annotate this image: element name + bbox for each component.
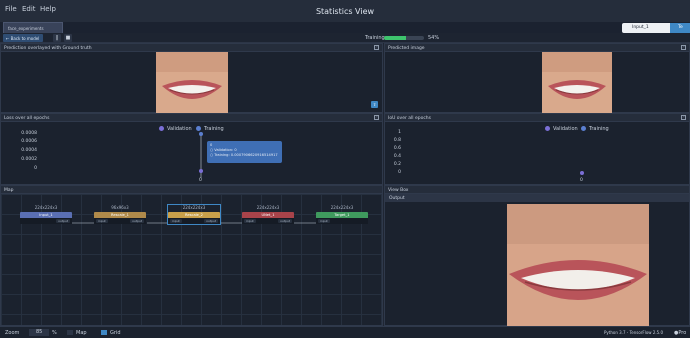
expand-icon[interactable]: ↗: [374, 45, 379, 50]
node-rescale-1[interactable]: 96x96x3 Rescale_1 input output: [94, 205, 146, 224]
prediction-overlay-panel: Prediction overlayed with Ground truth ↗ …: [0, 43, 383, 113]
loss-tooltip: 0 ○ Validation: 0 ○ Training: 0.00079066…: [207, 141, 282, 163]
iou-plot: [580, 171, 584, 175]
zoom-unit: %: [52, 330, 57, 336]
panel-title: Prediction overlayed with Ground truth: [4, 45, 92, 51]
viewbox-body: [385, 202, 689, 326]
map-toggle-label: Map: [76, 330, 87, 336]
zoom-label: Zoom: [5, 330, 20, 336]
map-panel: Map 224x224x3 Input_1 output 96x96x3 Res…: [0, 185, 383, 326]
expand-icon[interactable]: ↗: [374, 115, 379, 120]
validation-point[interactable]: [199, 169, 203, 173]
map-canvas[interactable]: 224x224x3 Input_1 output 96x96x3 Rescale…: [1, 194, 382, 325]
menu-help[interactable]: Help: [40, 5, 56, 13]
status-bar: Zoom 85 % Map Grid Python 3.7 - TensorFl…: [0, 326, 690, 338]
checkbox-icon: [67, 330, 73, 335]
tooltip-training-text: Training: 0.0007906620916514917: [214, 153, 278, 157]
tab-row: face_experiments Input_1 Te: [0, 22, 690, 33]
port-in[interactable]: input: [244, 219, 256, 223]
node-ports: input output: [94, 218, 146, 224]
training-status-label: Training: [365, 35, 385, 41]
runtime-info: Python 3.7 - TensorFlow 2.5.0: [604, 330, 663, 335]
extra-status-label: Pro: [678, 330, 687, 336]
node-dims: 96x96x3: [111, 205, 129, 210]
stop-icon[interactable]: ■: [64, 34, 72, 42]
grid-toggle[interactable]: Grid: [101, 330, 121, 336]
panel-title: View Box: [388, 187, 409, 193]
panel-title: IoU over all epochs: [388, 115, 432, 121]
tab-face-experiments[interactable]: face_experiments: [3, 22, 63, 33]
node-ports: input output: [242, 218, 294, 224]
node-ports: output: [20, 218, 72, 224]
map-toggle[interactable]: Map: [67, 330, 87, 336]
node-dims: 224x224x3: [182, 205, 206, 210]
node-rescale-2[interactable]: 224x224x3 Rescale_2 input output: [167, 204, 221, 225]
expand-icon[interactable]: ↗: [681, 115, 686, 120]
zoom-input[interactable]: 85: [29, 329, 49, 336]
port-out[interactable]: output: [204, 219, 218, 223]
mouth-image: [542, 52, 612, 113]
tab-test[interactable]: Te: [670, 23, 690, 33]
iou-chart-panel: IoU over all epochs ↗ Validation Training…: [384, 113, 690, 185]
node-ports: input output: [168, 218, 220, 224]
viewbox-subtitle: Output: [389, 195, 405, 201]
menu-edit[interactable]: Edit: [22, 5, 36, 13]
node-dims: 224x224x3: [256, 205, 280, 210]
toolbar: ← Back to model ‖ ■ Training 54%: [0, 33, 690, 43]
node-ports: input: [316, 218, 368, 224]
panel-title: Map: [4, 187, 14, 193]
checkbox-checked-icon: [101, 330, 107, 335]
menu-file[interactable]: File: [5, 5, 17, 13]
port-in[interactable]: input: [96, 219, 108, 223]
tab-input-1[interactable]: Input_1: [622, 23, 670, 33]
port-in[interactable]: input: [318, 219, 330, 223]
predicted-image-panel: Predicted image ↗: [384, 43, 690, 113]
training-point[interactable]: [199, 132, 203, 136]
node-unet-1[interactable]: 224x224x3 UNet_1 input output: [242, 205, 294, 224]
menu-bar: File Edit Help Statistics View: [0, 0, 690, 22]
training-progress-percent: 54%: [428, 35, 440, 41]
port-out[interactable]: output: [56, 219, 70, 223]
expand-icon[interactable]: ↗: [681, 45, 686, 50]
window-title: Statistics View: [315, 7, 375, 16]
download-button[interactable]: ⇧: [371, 101, 378, 108]
x-tick: 0: [199, 178, 202, 183]
loss-chart-panel: Loss over all epochs ↗ Validation Trainin…: [0, 113, 383, 185]
back-label: Back to model: [10, 36, 40, 41]
grid-toggle-label: Grid: [110, 330, 121, 336]
zoom-value: 85: [36, 329, 43, 335]
node-input-1[interactable]: 224x224x3 Input_1 output: [20, 205, 72, 224]
extra-status: ●Pro: [674, 330, 686, 336]
node-dims: 224x224x3: [330, 205, 354, 210]
port-in[interactable]: input: [170, 219, 182, 223]
training-progress-fill: [384, 36, 406, 40]
back-to-model-button[interactable]: ← Back to model: [3, 34, 43, 42]
tooltip-validation-text: Validation: 0: [214, 148, 237, 152]
output-image: [507, 204, 649, 326]
viewbox-panel: View Box Output: [384, 185, 690, 326]
validation-point[interactable]: [580, 171, 584, 175]
tooltip-training: ○ Training: 0.0007906620916514917: [210, 153, 278, 157]
pause-icon[interactable]: ‖: [53, 34, 61, 42]
node-dims: 224x224x3: [34, 205, 58, 210]
node-target-1[interactable]: 224x224x3 Target_1 input: [316, 205, 368, 224]
viewbox-subtitle-bar: Output: [385, 194, 689, 202]
training-progress-bar: [384, 36, 424, 40]
loss-plot: [199, 132, 203, 178]
x-tick: 0: [580, 178, 583, 183]
panel-title: Predicted image: [388, 45, 425, 51]
panel-title: Loss over all epochs: [4, 115, 50, 121]
mouth-image: [156, 52, 228, 113]
port-out[interactable]: output: [130, 219, 144, 223]
port-out[interactable]: output: [278, 219, 292, 223]
